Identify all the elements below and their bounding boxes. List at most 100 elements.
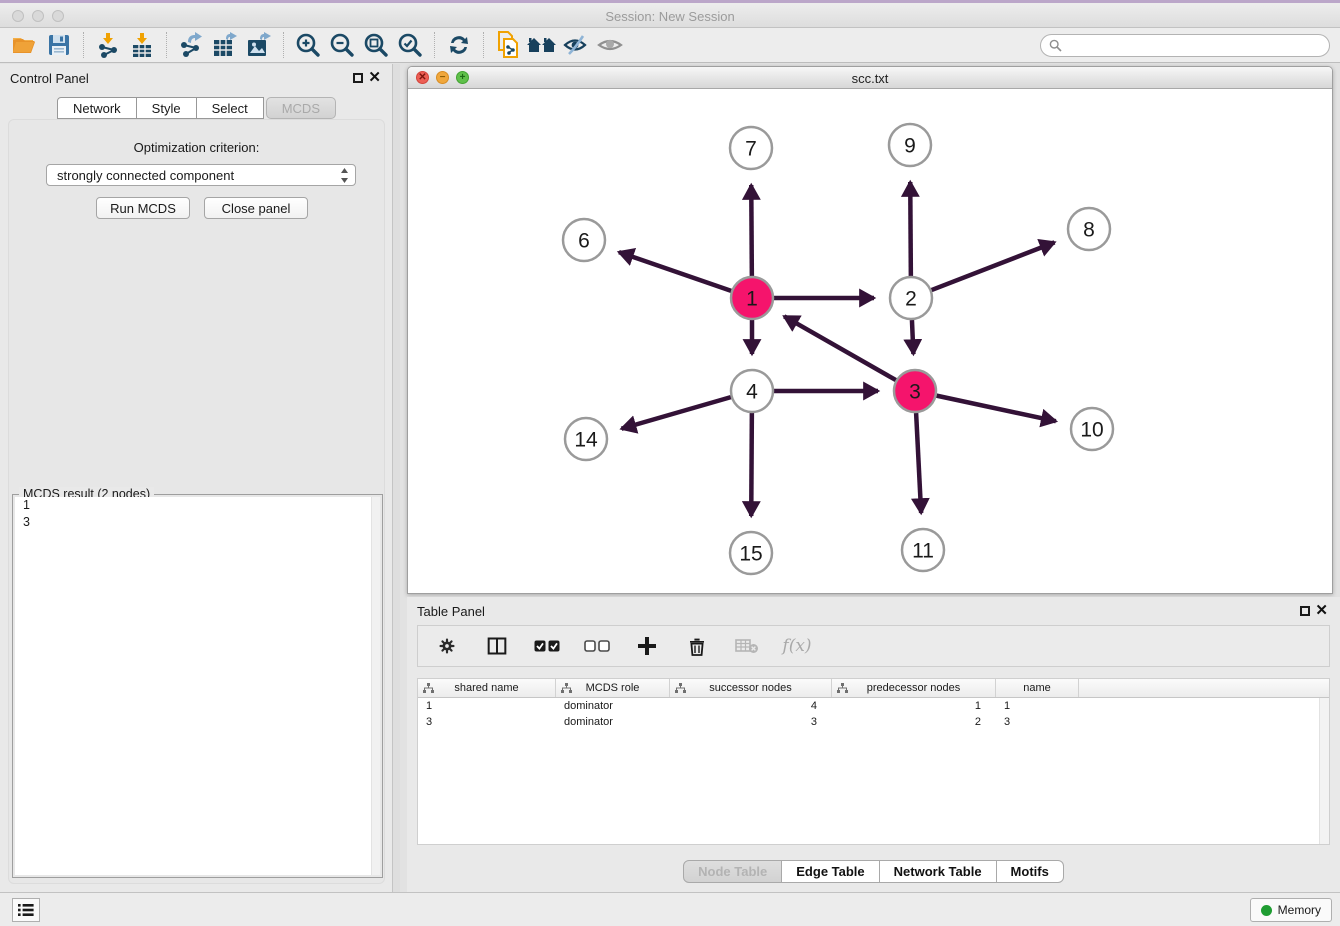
unchecked-boxes-icon [584, 640, 610, 653]
export-image-button[interactable] [242, 30, 276, 60]
optimization-criterion-dropdown[interactable]: strongly connected component [46, 164, 356, 186]
graph-edge-3-10[interactable] [937, 396, 1056, 422]
search-input[interactable] [1067, 39, 1321, 53]
create-column-button[interactable] [632, 631, 662, 661]
graph-node-label: 15 [739, 543, 762, 566]
tab-motifs[interactable]: Motifs [997, 860, 1064, 883]
graph-edge-2-8[interactable] [932, 242, 1055, 290]
graph-node-4[interactable]: 4 [731, 370, 773, 412]
graph-node-7[interactable]: 7 [730, 127, 772, 169]
open-session-button[interactable] [8, 30, 42, 60]
select-all-rows-button[interactable] [532, 631, 562, 661]
show-eye-icon [596, 33, 624, 57]
delete-column-button[interactable] [682, 631, 712, 661]
graph-node-label: 7 [745, 138, 757, 161]
graph-edge-4-14[interactable] [622, 397, 731, 429]
float-panel-icon[interactable] [353, 73, 363, 83]
close-panel-icon[interactable]: ✕ [368, 69, 381, 87]
hide-eye-slash-icon [562, 33, 590, 57]
network-view-window: ✕ − + scc.txt 7 9 6 8 1 2 4 3 14 10 15 11 [407, 66, 1333, 594]
table-cell: 4 [670, 698, 832, 714]
column-tree-icon [423, 683, 434, 694]
graph-node-11[interactable]: 11 [902, 529, 944, 571]
clone-network-button[interactable] [491, 30, 525, 60]
toolbar-separator [83, 32, 84, 58]
show-column-panel-button[interactable] [482, 631, 512, 661]
table-cell: 3 [996, 714, 1079, 730]
graph-edge-1-6[interactable] [619, 252, 731, 291]
graph-node-label: 8 [1083, 219, 1095, 242]
graph-edge-2-3[interactable] [912, 320, 913, 354]
network-window-titlebar[interactable]: ✕ − + scc.txt [408, 67, 1332, 89]
network-canvas[interactable]: 7 9 6 8 1 2 4 3 14 10 15 11 [408, 89, 1332, 593]
table-body: 1dominator4113dominator323 [418, 698, 1329, 730]
graph-edge-3-1[interactable] [784, 316, 896, 380]
result-scrollbar[interactable] [371, 497, 380, 875]
graph-node-9[interactable]: 9 [889, 124, 931, 166]
graph-node-10[interactable]: 10 [1071, 408, 1113, 450]
table-toolbar: f(x) [417, 625, 1330, 667]
column-header-shared-name[interactable]: shared name [418, 679, 556, 697]
graph-node-1[interactable]: 1 [731, 277, 773, 319]
memory-button[interactable]: Memory [1250, 898, 1332, 922]
tab-mcds[interactable]: MCDS [266, 97, 336, 119]
tab-style[interactable]: Style [137, 97, 197, 119]
graph-edge-4-15[interactable] [751, 413, 752, 516]
graph-node-6[interactable]: 6 [563, 219, 605, 261]
zoom-fit-button[interactable] [359, 30, 393, 60]
column-header-label: name [1023, 682, 1051, 694]
mcds-result-textarea[interactable]: 13 [15, 497, 380, 875]
table-settings-button[interactable] [432, 631, 462, 661]
graph-node-2[interactable]: 2 [890, 277, 932, 319]
zoom-selected-button[interactable] [393, 30, 427, 60]
clone-network-icon [496, 31, 520, 59]
graph-node-8[interactable]: 8 [1068, 208, 1110, 250]
mcds-result-group: MCDS result (2 nodes) 13 [12, 494, 383, 878]
search-field[interactable] [1040, 34, 1330, 57]
export-network-button[interactable] [174, 30, 208, 60]
column-header-mcds-role[interactable]: MCDS role [556, 679, 670, 697]
run-mcds-button[interactable]: Run MCDS [96, 197, 190, 219]
tab-select[interactable]: Select [197, 97, 264, 119]
graph-edge-1-7[interactable] [751, 185, 752, 276]
deselect-all-rows-button[interactable] [582, 631, 612, 661]
task-list-icon [18, 903, 34, 917]
graph-node-15[interactable]: 15 [730, 532, 772, 574]
graph-edge-2-9[interactable] [910, 182, 911, 276]
close-table-panel-icon[interactable]: ✕ [1315, 602, 1328, 620]
export-table-button[interactable] [208, 30, 242, 60]
close-panel-button[interactable]: Close panel [204, 197, 308, 219]
save-session-button[interactable] [42, 30, 76, 60]
table-scrollbar[interactable] [1319, 698, 1329, 844]
first-neighbors-button[interactable] [525, 30, 559, 60]
float-table-panel-icon[interactable] [1300, 606, 1310, 616]
network-graph[interactable]: 7 9 6 8 1 2 4 3 14 10 15 11 [408, 89, 1332, 592]
refresh-view-button[interactable] [442, 30, 476, 60]
zoom-in-button[interactable] [291, 30, 325, 60]
table-cell: 3 [418, 714, 556, 730]
column-header-successor-nodes[interactable]: successor nodes [670, 679, 832, 697]
dropdown-value: strongly connected component [57, 168, 234, 183]
import-table-button[interactable] [125, 30, 159, 60]
table-row[interactable]: 3dominator323 [418, 714, 1329, 730]
graph-edge-3-11[interactable] [916, 413, 921, 513]
import-network-button[interactable] [91, 30, 125, 60]
column-header-predecessor-nodes[interactable]: predecessor nodes [832, 679, 996, 697]
tab-network-table[interactable]: Network Table [880, 860, 997, 883]
task-history-button[interactable] [12, 898, 40, 922]
toolbar-separator [166, 32, 167, 58]
tab-edge-table[interactable]: Edge Table [782, 860, 879, 883]
show-all-button[interactable] [593, 30, 627, 60]
zoom-out-button[interactable] [325, 30, 359, 60]
graph-node-14[interactable]: 14 [565, 418, 607, 460]
tab-node-table[interactable]: Node Table [683, 860, 782, 883]
checked-boxes-icon [534, 640, 560, 653]
table-row[interactable]: 1dominator411 [418, 698, 1329, 714]
column-tree-icon [675, 683, 686, 694]
right-column: ✕ − + scc.txt 7968124314101511 Table Pan… [407, 64, 1340, 892]
tab-network[interactable]: Network [57, 97, 137, 119]
save-disk-icon [48, 34, 70, 56]
graph-node-3[interactable]: 3 [894, 370, 936, 412]
hide-selected-button[interactable] [559, 30, 593, 60]
column-header-name[interactable]: name [996, 679, 1079, 697]
